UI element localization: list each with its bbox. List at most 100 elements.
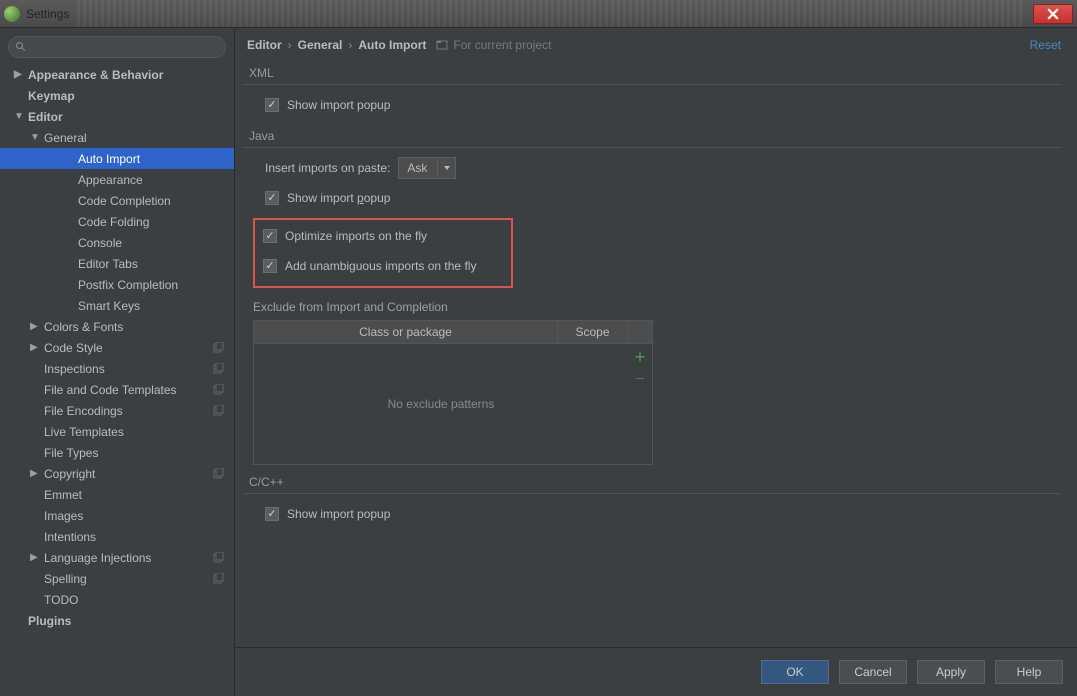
tree-item-copyright[interactable]: ▶ Copyright xyxy=(0,463,234,484)
tree-item-general[interactable]: ▼General xyxy=(0,127,234,148)
exclude-col-class[interactable]: Class or package xyxy=(254,321,558,343)
project-scope-icon xyxy=(212,384,224,396)
cancel-button[interactable]: Cancel xyxy=(839,660,907,684)
exclude-table: Class or package Scope No exclude patter… xyxy=(253,320,653,465)
project-scope-icon xyxy=(212,468,224,480)
tree-item-label: Language Injections xyxy=(44,551,151,565)
exclude-add-button[interactable]: + xyxy=(635,348,646,366)
java-show-popup-checkbox[interactable] xyxy=(265,191,279,205)
tree-item-label: Editor xyxy=(28,110,63,124)
breadcrumb-2: Auto Import xyxy=(358,38,426,52)
breadcrumb: Editor › General › Auto Import For curre… xyxy=(235,28,1077,62)
window-title: Settings xyxy=(26,7,69,21)
caret-right-icon: ▶ xyxy=(30,468,40,479)
project-scope-icon xyxy=(212,363,224,375)
tree-item-live-templates[interactable]: ▶Live Templates xyxy=(0,421,234,442)
optimize-imports-row[interactable]: Optimize imports on the fly xyxy=(263,226,503,246)
insert-on-paste-value: Ask xyxy=(399,159,437,177)
breadcrumb-1[interactable]: General xyxy=(298,38,343,52)
cpp-show-popup-label: Show import popup xyxy=(287,507,390,521)
tree-item-label: Appearance & Behavior xyxy=(28,68,163,82)
tree-item-label: Code Folding xyxy=(78,215,149,229)
window-close-button[interactable] xyxy=(1033,4,1073,24)
tree-item-label: File and Code Templates xyxy=(44,383,177,397)
tree-item-inspections[interactable]: ▶Inspections xyxy=(0,358,234,379)
project-scope-icon xyxy=(212,573,224,585)
project-scope-icon xyxy=(212,552,224,564)
search-input[interactable] xyxy=(31,40,219,54)
unambiguous-imports-checkbox[interactable] xyxy=(263,259,277,273)
exclude-col-scope[interactable]: Scope xyxy=(558,321,628,343)
tree-item-spelling[interactable]: ▶Spelling xyxy=(0,568,234,589)
app-icon xyxy=(4,6,20,22)
tree-item-keymap[interactable]: ▶Keymap xyxy=(0,85,234,106)
tree-item-file-encodings[interactable]: ▶File Encodings xyxy=(0,400,234,421)
sidebar: ▶Appearance & Behavior▶Keymap▼Editor▼Gen… xyxy=(0,28,235,696)
tree-item-label: Code Completion xyxy=(78,194,171,208)
tree-item-file-and-code-templates[interactable]: ▶File and Code Templates xyxy=(0,379,234,400)
tree-item-label: Code Style xyxy=(44,341,103,355)
exclude-remove-button[interactable]: − xyxy=(635,372,644,388)
xml-show-popup-row[interactable]: Show import popup xyxy=(265,95,1061,115)
tree-item-editor-tabs[interactable]: ▶Editor Tabs xyxy=(0,253,234,274)
cpp-show-popup-checkbox[interactable] xyxy=(265,507,279,521)
cpp-show-popup-row[interactable]: Show import popup xyxy=(265,504,1061,524)
optimize-imports-label: Optimize imports on the fly xyxy=(285,229,427,243)
optimize-imports-checkbox[interactable] xyxy=(263,229,277,243)
help-button[interactable]: Help xyxy=(995,660,1063,684)
settings-tree[interactable]: ▶Appearance & Behavior▶Keymap▼Editor▼Gen… xyxy=(0,64,234,696)
tree-item-label: File Encodings xyxy=(44,404,123,418)
tree-item-label: Plugins xyxy=(28,614,71,628)
dropdown-arrow-icon[interactable] xyxy=(437,158,455,178)
breadcrumb-scope: For current project xyxy=(436,38,551,52)
tree-item-appearance-behavior[interactable]: ▶Appearance & Behavior xyxy=(0,64,234,85)
tree-item-label: Emmet xyxy=(44,488,82,502)
tree-item-label: Console xyxy=(78,236,122,250)
tree-item-label: Images xyxy=(44,509,83,523)
tree-item-todo[interactable]: ▶TODO xyxy=(0,589,234,610)
search-field[interactable] xyxy=(8,36,226,58)
tree-item-code-completion[interactable]: ▶Code Completion xyxy=(0,190,234,211)
section-xml-title: XML xyxy=(243,62,1061,85)
breadcrumb-0[interactable]: Editor xyxy=(247,38,282,52)
tree-item-label: General xyxy=(44,131,87,145)
ok-button[interactable]: OK xyxy=(761,660,829,684)
exclude-empty-text: No exclude patterns xyxy=(254,344,628,464)
tree-item-appearance[interactable]: ▶Appearance xyxy=(0,169,234,190)
reset-link[interactable]: Reset xyxy=(1030,38,1061,52)
tree-item-plugins[interactable]: ▶Plugins xyxy=(0,610,234,631)
tree-item-label: Intentions xyxy=(44,530,96,544)
tree-item-file-types[interactable]: ▶File Types xyxy=(0,442,234,463)
xml-show-popup-label: Show import popup xyxy=(287,98,390,112)
tree-item-postfix-completion[interactable]: ▶Postfix Completion xyxy=(0,274,234,295)
java-show-popup-label: Show import popup xyxy=(287,191,390,205)
apply-button[interactable]: Apply xyxy=(917,660,985,684)
tree-item-colors-fonts[interactable]: ▶Colors & Fonts xyxy=(0,316,234,337)
tree-item-images[interactable]: ▶Images xyxy=(0,505,234,526)
dialog-footer: OK Cancel Apply Help xyxy=(235,647,1077,696)
tree-item-smart-keys[interactable]: ▶Smart Keys xyxy=(0,295,234,316)
tree-item-label: Spelling xyxy=(44,572,87,586)
tree-item-intentions[interactable]: ▶Intentions xyxy=(0,526,234,547)
java-show-popup-row[interactable]: Show import popup xyxy=(265,188,1061,208)
tree-item-code-folding[interactable]: ▶Code Folding xyxy=(0,211,234,232)
tree-item-code-style[interactable]: ▶ Code Style xyxy=(0,337,234,358)
tree-item-label: File Types xyxy=(44,446,98,460)
tree-item-language-injections[interactable]: ▶Language Injections xyxy=(0,547,234,568)
highlighted-options: Optimize imports on the fly Add unambigu… xyxy=(253,218,513,288)
tree-item-editor[interactable]: ▼Editor xyxy=(0,106,234,127)
tree-item-label: Auto Import xyxy=(78,152,140,166)
close-icon xyxy=(1047,8,1059,20)
tree-item-console[interactable]: ▶Console xyxy=(0,232,234,253)
tree-item-label: Colors & Fonts xyxy=(44,320,123,334)
unambiguous-imports-row[interactable]: Add unambiguous imports on the fly xyxy=(263,256,503,276)
insert-on-paste-dropdown[interactable]: Ask xyxy=(398,157,456,179)
xml-show-popup-checkbox[interactable] xyxy=(265,98,279,112)
tree-item-emmet[interactable]: ▶Emmet xyxy=(0,484,234,505)
tree-item-label: TODO xyxy=(44,593,78,607)
caret-right-icon: ▶ xyxy=(30,342,40,353)
tree-item-label: Keymap xyxy=(28,89,75,103)
tree-item-auto-import[interactable]: ▶Auto Import xyxy=(0,148,234,169)
project-scope-icon xyxy=(436,39,448,51)
tree-item-label: Copyright xyxy=(44,467,95,481)
